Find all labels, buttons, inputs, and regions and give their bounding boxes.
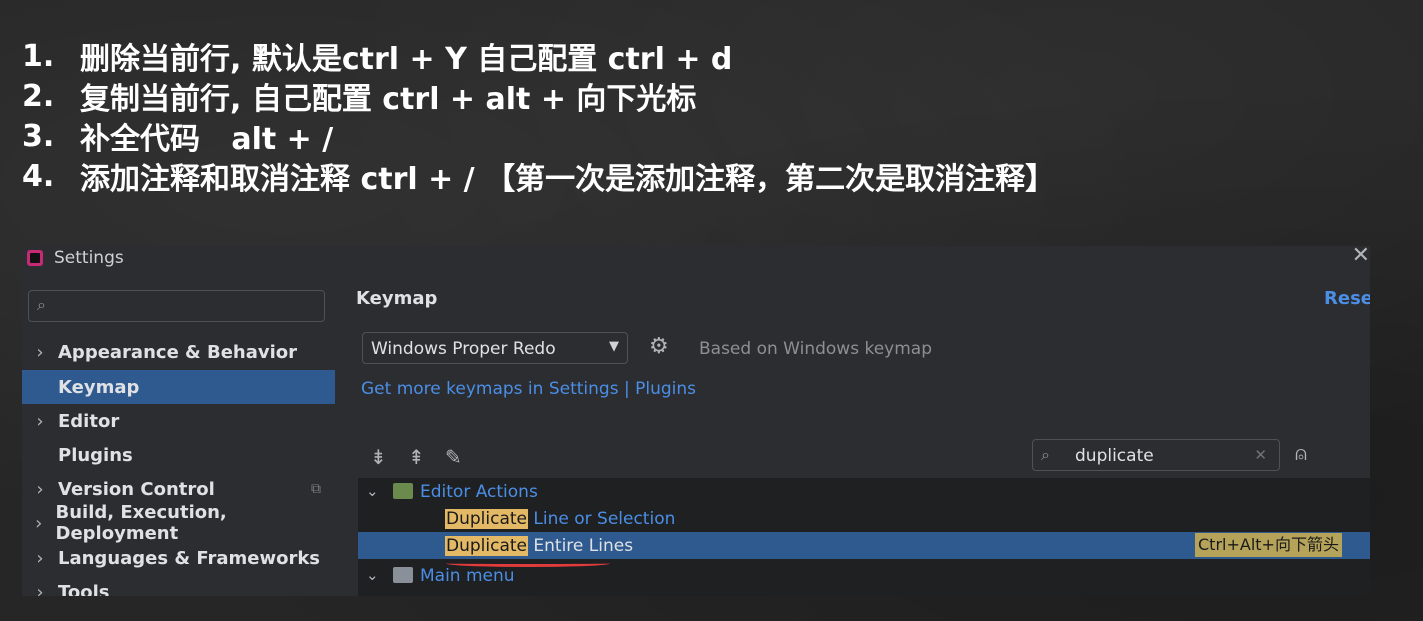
note-2: 2. 复制当前行, 自己配置 ctrl + alt + 向下光标	[22, 76, 1055, 118]
sidebar-item-keymap[interactable]: Keymap	[22, 370, 335, 404]
keymap-panel: Keymap Reset Windows Proper Redo ▼ ⚙ Bas…	[335, 274, 1370, 596]
keymap-actions-tree: ⌄ Editor Actions Duplicate Line or Selec…	[358, 478, 1370, 596]
sidebar-item-label: Build, Execution, Deployment	[55, 502, 227, 544]
sidebar-item-label: Version Control	[58, 478, 215, 500]
search-match-highlight: Duplicate	[445, 509, 528, 529]
sidebar-item-languages-frameworks[interactable]: › Languages & Frameworks	[22, 541, 335, 575]
chevron-right-icon: ›	[36, 581, 44, 597]
chevron-right-icon: ›	[36, 410, 44, 432]
get-more-keymaps-link[interactable]: Get more keymaps in Settings | Plugins	[361, 379, 696, 399]
window-title: Settings	[54, 248, 124, 268]
settings-window: Settings ✕ ⌕ › Appearance & Behavior Key…	[22, 246, 1370, 596]
sidebar-item-label: Tools	[58, 581, 110, 597]
sidebar-item-label: Languages & Frameworks	[58, 547, 321, 569]
note-text: 复制当前行, 自己配置 ctrl + alt + 向下光标	[80, 82, 697, 117]
based-on-text: Based on Windows keymap	[699, 339, 932, 359]
edit-icon[interactable]: ✎	[445, 445, 462, 469]
sidebar-item-build-execution-deployment[interactable]: › Build, Execution, Deployment	[22, 502, 335, 544]
settings-search-input[interactable]: ⌕	[28, 290, 325, 322]
page-title: Keymap	[356, 288, 438, 309]
tree-group-editor-actions[interactable]: ⌄ Editor Actions	[358, 478, 1370, 505]
close-icon[interactable]: ✕	[1352, 246, 1370, 268]
dropdown-arrow-icon: ▼	[609, 339, 619, 354]
expand-all-icon[interactable]: ⇟	[370, 445, 387, 469]
sidebar-item-editor[interactable]: › Editor	[22, 404, 335, 438]
clear-icon[interactable]: ✕	[1254, 446, 1267, 464]
title-bar: Settings ✕	[22, 246, 1370, 274]
tree-item-duplicate-line-or-selection[interactable]: Duplicate Line or Selection	[358, 505, 1370, 532]
chevron-down-icon: ⌄	[366, 566, 379, 584]
reset-link[interactable]: Reset	[1324, 288, 1370, 309]
sidebar-item-label: Appearance & Behavior	[58, 341, 298, 363]
chevron-right-icon: ›	[36, 478, 44, 500]
search-match-highlight: Duplicate	[445, 536, 528, 556]
gear-icon[interactable]: ⚙	[649, 334, 669, 359]
note-1: 1. 删除当前行, 默认是ctrl + Y 自己配置 ctrl + d	[22, 36, 1055, 78]
sidebar-item-version-control[interactable]: › Version Control ⧉	[22, 472, 335, 506]
note-text: 删除当前行, 默认是ctrl + Y 自己配置 ctrl + d	[80, 42, 733, 77]
chevron-right-icon: ›	[35, 512, 43, 534]
search-icon: ⌕	[37, 295, 46, 314]
collapse-all-icon[interactable]: ⇞	[408, 445, 425, 469]
chevron-right-icon: ›	[36, 547, 44, 569]
note-4: 4. 添加注释和取消注释 ctrl + / 【第一次是添加注释，第二次是取消注释…	[22, 156, 1056, 198]
search-icon: ⌕	[1041, 445, 1050, 464]
project-level-icon: ⧉	[311, 481, 321, 497]
sidebar-item-plugins[interactable]: Plugins	[22, 438, 335, 472]
shortcut-badge: Ctrl+Alt+向下箭头	[1195, 533, 1342, 557]
tree-item-duplicate-entire-lines[interactable]: Duplicate Entire Lines Ctrl+Alt+向下箭头	[358, 532, 1370, 559]
chevron-down-icon: ⌄	[366, 482, 379, 500]
note-number: 3.	[22, 118, 55, 154]
tree-item-label: Duplicate Line or Selection	[445, 509, 675, 529]
note-number: 1.	[22, 38, 55, 74]
tree-item-label-rest: Entire Lines	[528, 536, 634, 556]
app-logo-icon	[27, 250, 43, 266]
keymap-dropdown-value: Windows Proper Redo	[371, 339, 556, 359]
note-text: 添加注释和取消注释 ctrl + / 【第一次是添加注释，第二次是取消注释】	[80, 162, 1056, 197]
lecture-notes: 1. 删除当前行, 默认是ctrl + Y 自己配置 ctrl + d 2. 复…	[22, 36, 1056, 198]
tree-item-label-rest: Line or Selection	[528, 509, 676, 529]
tree-item-label: Duplicate Entire Lines	[445, 536, 633, 556]
tree-group-label: Main menu	[420, 566, 515, 586]
note-number: 2.	[22, 78, 55, 114]
search-actions-input[interactable]: ⌕ duplicate ✕	[1032, 439, 1280, 471]
tree-group-label: Editor Actions	[420, 482, 538, 502]
note-number: 4.	[22, 158, 55, 194]
find-shortcut-icon[interactable]: ⍝	[1295, 441, 1307, 465]
search-actions-value: duplicate	[1075, 446, 1154, 466]
chevron-right-icon: ›	[36, 341, 44, 363]
sidebar-item-label: Editor	[58, 410, 120, 432]
sidebar-item-label: Keymap	[58, 376, 140, 398]
editor-actions-folder-icon	[393, 483, 413, 499]
note-text: 补全代码 alt + /	[80, 122, 334, 157]
tree-group-main-menu[interactable]: ⌄ Main menu	[358, 562, 1370, 589]
note-3: 3. 补全代码 alt + /	[22, 116, 1055, 158]
settings-sidebar: ⌕ › Appearance & Behavior Keymap › Edito…	[22, 274, 335, 596]
sidebar-item-appearance-behavior[interactable]: › Appearance & Behavior	[22, 335, 335, 369]
sidebar-item-tools[interactable]: › Tools	[22, 575, 335, 597]
keymap-dropdown[interactable]: Windows Proper Redo ▼	[362, 332, 628, 364]
main-menu-folder-icon	[393, 567, 413, 583]
sidebar-item-label: Plugins	[58, 444, 133, 466]
